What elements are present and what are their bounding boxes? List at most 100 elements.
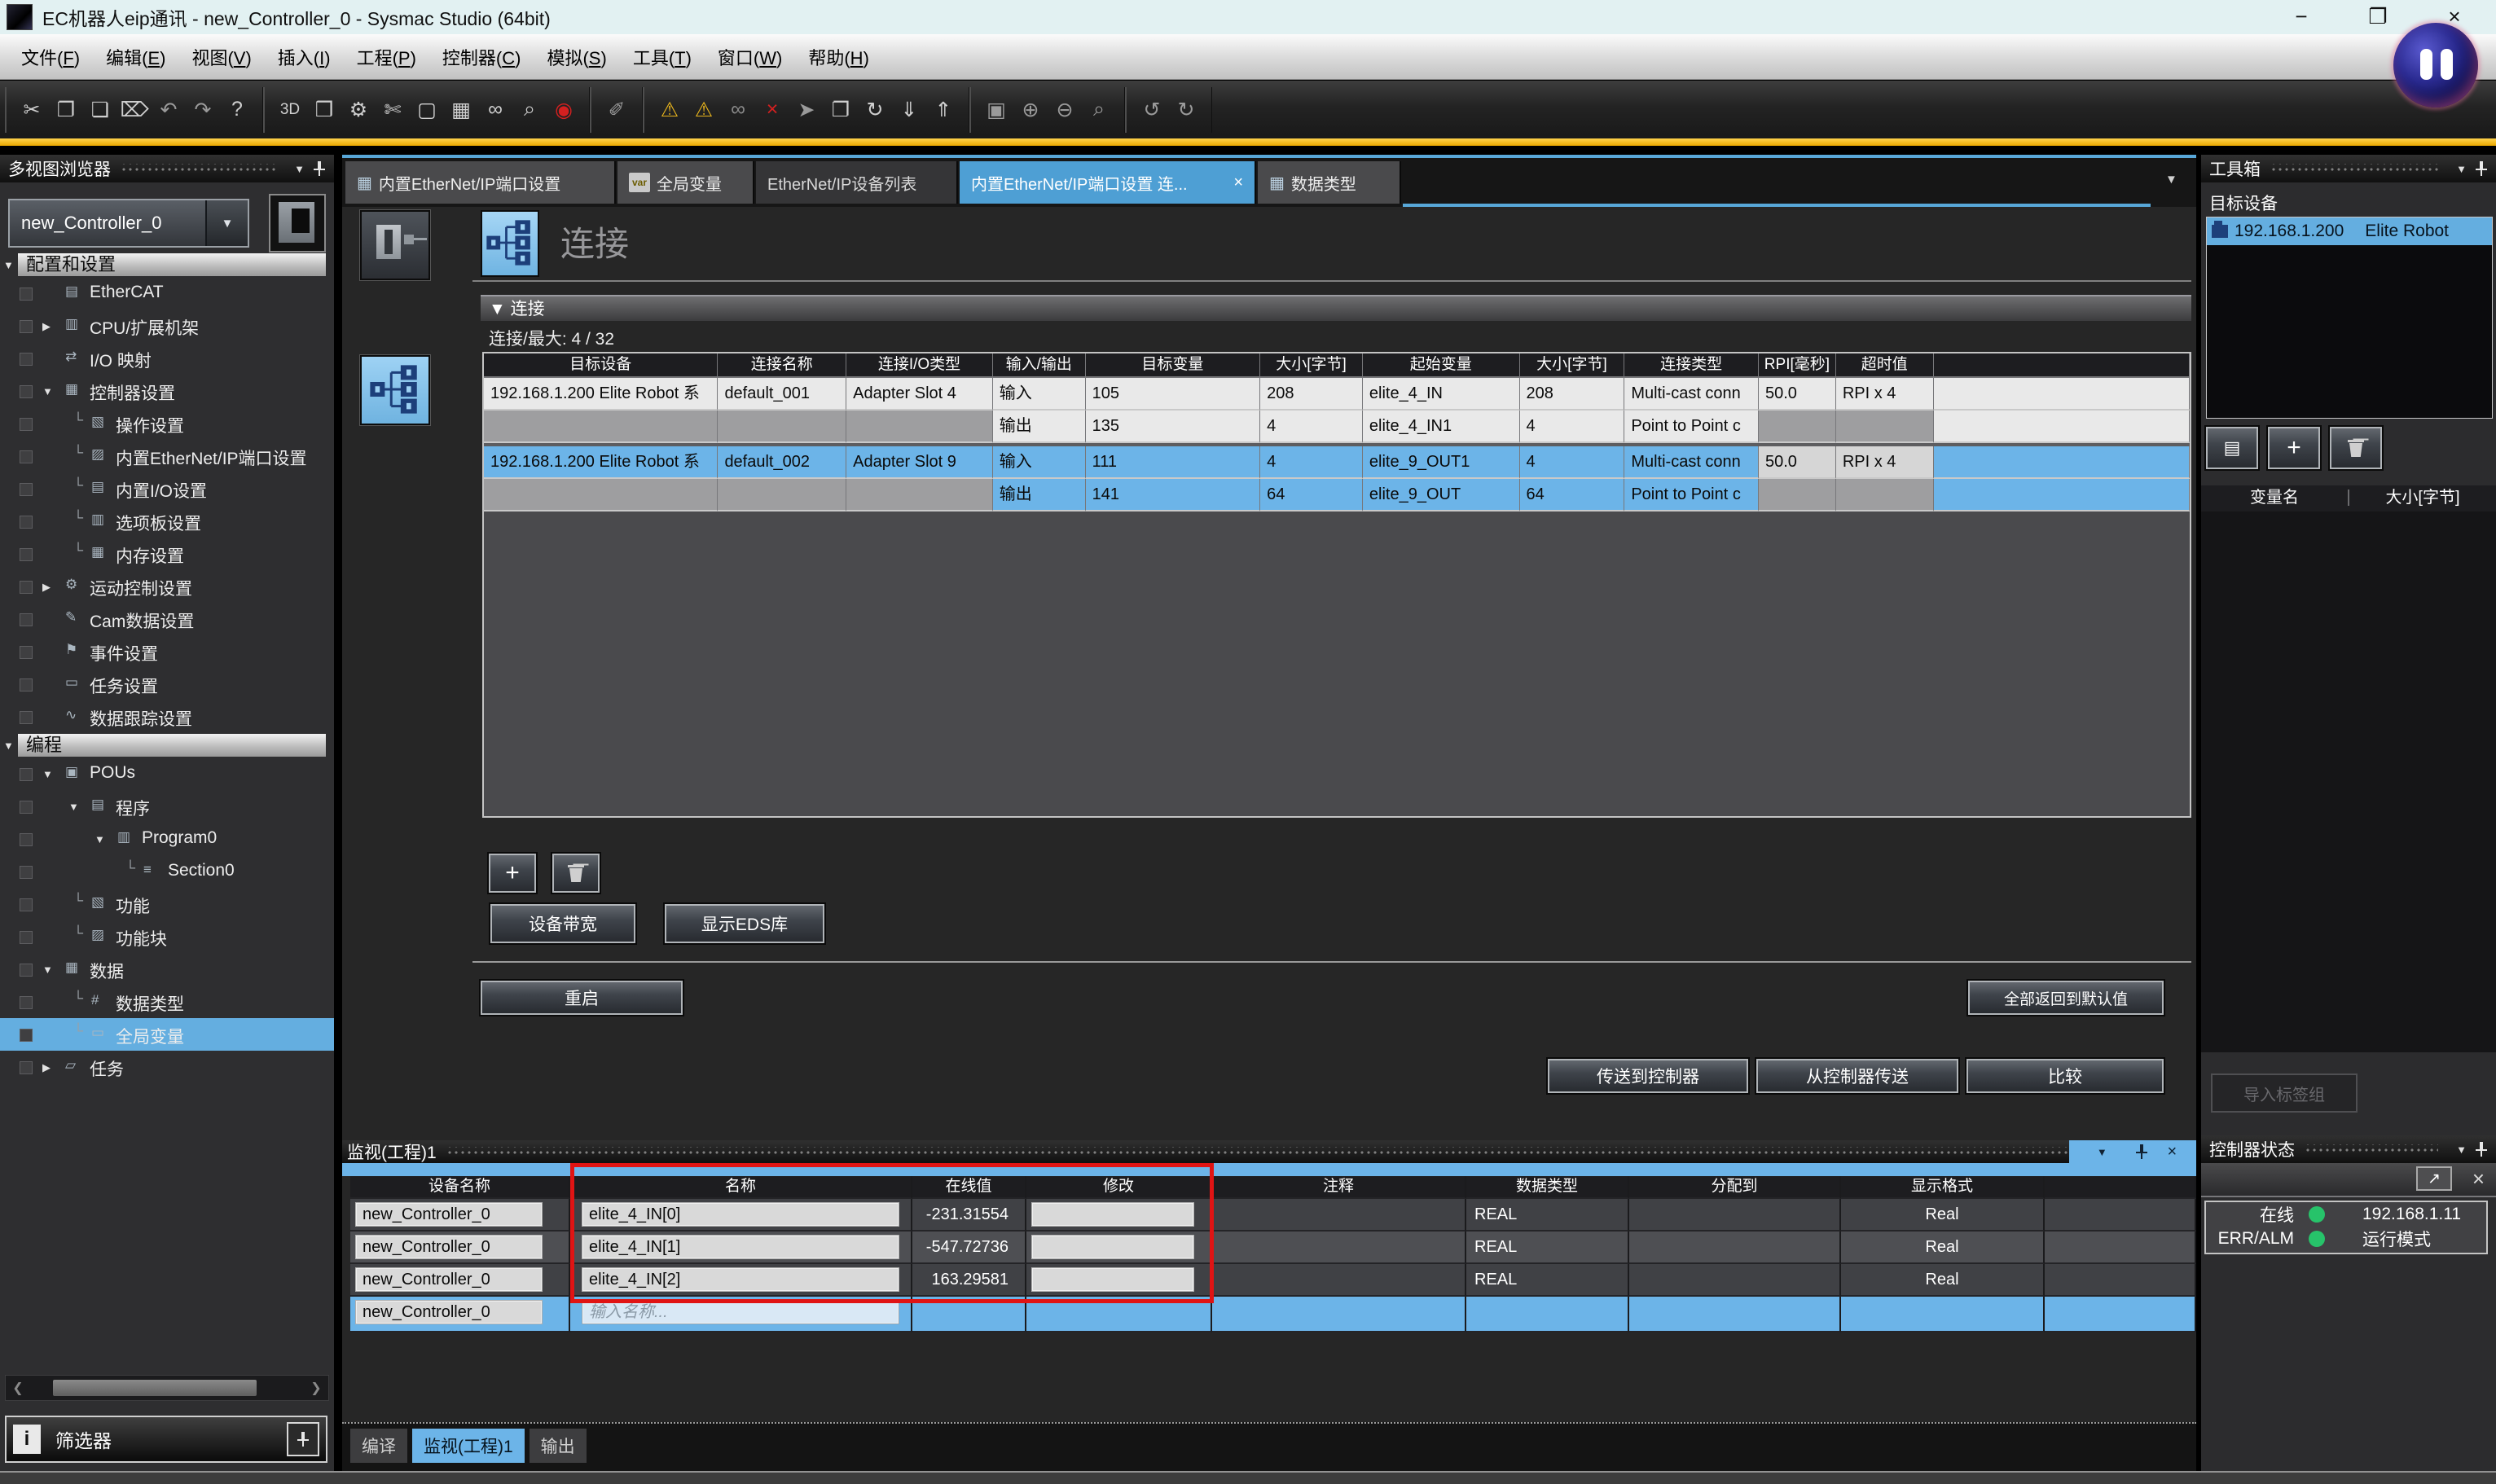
tab-EtherNet/IP设备列表[interactable]: EtherNet/IP设备列表	[756, 161, 958, 204]
download-controller-icon[interactable]: ⇓	[892, 92, 926, 128]
watch-cell[interactable]: Real	[1841, 1264, 2045, 1297]
watch-cell[interactable]	[912, 1297, 1026, 1333]
watch-cell[interactable]	[1212, 1199, 1466, 1232]
restore-defaults-button[interactable]: 全部返回到默认值	[1968, 981, 2164, 1015]
connection-cell[interactable]	[1759, 411, 1836, 443]
connection-row-sub[interactable]: 输出14164elite_9_OUT64Point to Point c	[484, 479, 2190, 511]
connection-cell[interactable]: 输入	[993, 446, 1086, 479]
watch-input[interactable]	[1031, 1235, 1194, 1259]
connection-cell[interactable]: 192.168.1.200 Elite Robot 系	[484, 378, 718, 411]
watch-input[interactable]: elite_4_IN[0]	[582, 1202, 899, 1227]
tree-expander-icon[interactable]: ▼	[94, 833, 105, 845]
transfer-from-controller-button[interactable]: 从控制器传送	[1756, 1059, 1958, 1093]
connection-cell[interactable]	[1934, 411, 2190, 443]
controller-selector-dropdown-icon[interactable]: ▼	[205, 200, 248, 246]
copy-icon[interactable]: ❐	[49, 92, 83, 128]
sidebar-item-Program0[interactable]: ▼▥Program0	[0, 823, 334, 855]
connection-cell[interactable]: RPI x 4	[1836, 378, 1934, 411]
connection-cell[interactable]: default_001	[718, 378, 846, 411]
redo-icon[interactable]: ↷	[186, 92, 220, 128]
menu-E[interactable]: 编辑(E)	[93, 39, 178, 75]
tab-全局变量[interactable]: var全局变量	[617, 161, 754, 204]
connection-cell[interactable]	[1934, 446, 2190, 479]
scroll-right-icon[interactable]: ❯	[304, 1380, 328, 1396]
restart-button[interactable]: 重启	[481, 981, 683, 1015]
add-device-button[interactable]: +	[2268, 427, 2320, 469]
connection-cell[interactable]	[1759, 479, 1836, 511]
connection-cell[interactable]: Adapter Slot 4	[846, 378, 993, 411]
sidebar-item-内存设置[interactable]: └▦内存设置	[0, 538, 334, 570]
menu-V[interactable]: 视图(V)	[178, 39, 264, 75]
compare-button[interactable]: 比较	[1966, 1059, 2164, 1093]
connection-cell[interactable]	[1934, 378, 2190, 411]
watch-cell[interactable]: elite_4_IN[1]	[570, 1232, 912, 1264]
toolbox-titlebar[interactable]: 工具箱 ▼	[2201, 155, 2496, 182]
sidebar-item-数据类型[interactable]: └#数据类型	[0, 986, 334, 1018]
watch-cell[interactable]: new_Controller_0	[350, 1264, 570, 1297]
watch-input[interactable]	[1031, 1267, 1194, 1292]
watch-cell[interactable]	[1841, 1297, 2045, 1333]
watch-cell[interactable]: REAL	[1466, 1264, 1629, 1297]
connection-cell[interactable]: 208	[1260, 378, 1363, 411]
rebuild-icon[interactable]: ⚠	[687, 92, 721, 128]
connection-row[interactable]: 192.168.1.200 Elite Robot 系default_001Ad…	[484, 378, 2190, 411]
watch-cell[interactable]	[1026, 1232, 1212, 1264]
variable-list-body[interactable]	[2201, 511, 2496, 1052]
zoom-fit-icon[interactable]: ▣	[979, 92, 1013, 128]
tab-内置EtherNet/IP端口设置[interactable]: ▦内置EtherNet/IP端口设置	[345, 161, 616, 204]
tab-数据类型[interactable]: ▦数据类型	[1258, 161, 1401, 204]
connection-cell[interactable]: 4	[1260, 411, 1363, 443]
connection-cell[interactable]: 141	[1086, 479, 1261, 511]
watch-cell[interactable]	[1026, 1199, 1212, 1232]
connection-cell[interactable]	[1836, 411, 1934, 443]
tree-section-配置和设置[interactable]: ▼配置和设置	[0, 252, 329, 277]
sidebar-item-Cam数据设置[interactable]: ✎Cam数据设置	[0, 603, 334, 635]
tab-list-dropdown-icon[interactable]: ▼	[2165, 173, 2177, 187]
compare-icon[interactable]: ❐	[824, 92, 858, 128]
connection-cell[interactable]: 64	[1520, 479, 1625, 511]
watch-cell[interactable]	[1212, 1264, 1466, 1297]
connection-cell[interactable]	[718, 411, 846, 443]
watch-input[interactable]: new_Controller_0	[355, 1267, 543, 1292]
tree-expander-icon[interactable]: ▶	[42, 1061, 51, 1074]
minimize-button[interactable]: −	[2273, 0, 2330, 33]
register-device-button[interactable]: ▤	[2206, 427, 2258, 469]
sidebar-item-数据[interactable]: ▼▦数据	[0, 953, 334, 986]
restore-button[interactable]: ❐	[2349, 0, 2406, 33]
delete-device-button[interactable]	[2330, 427, 2382, 469]
watch-cell[interactable]	[1629, 1297, 1841, 1333]
watch-input[interactable]	[1031, 1202, 1194, 1227]
delete-icon[interactable]: ⌦	[117, 92, 152, 128]
connection-cell[interactable]: elite_9_OUT	[1363, 479, 1520, 511]
watch-cell[interactable]: REAL	[1466, 1232, 1629, 1264]
tools-icon[interactable]: ⚙	[341, 92, 376, 128]
watch-cell[interactable]	[1212, 1232, 1466, 1264]
help-icon[interactable]: ?	[220, 92, 254, 128]
watch-cell[interactable]: new_Controller_0	[350, 1232, 570, 1264]
zoom-out-icon[interactable]: ⊖	[1048, 92, 1082, 128]
sidebar-item-内置I/O设置[interactable]: └▤内置I/O设置	[0, 472, 334, 505]
connection-cell[interactable]: Point to Point c	[1624, 411, 1759, 443]
tree-expander-icon[interactable]: ▼	[42, 768, 53, 780]
tree-expander-icon[interactable]: ▼	[42, 964, 53, 976]
watch-cell[interactable]	[2045, 1264, 2196, 1297]
watch-cell[interactable]	[2045, 1232, 2196, 1264]
pin-icon[interactable]	[313, 160, 326, 177]
delete-connection-button[interactable]	[552, 854, 600, 893]
sidebar-item-操作设置[interactable]: └▧操作设置	[0, 407, 334, 440]
connection-cell[interactable]: Multi-cast conn	[1624, 446, 1759, 479]
pointer-edit-icon[interactable]: ✐	[600, 92, 634, 128]
io-map-icon[interactable]: ∞	[478, 92, 512, 128]
watch-cell[interactable]: 输入名称...	[570, 1297, 912, 1333]
watch-input[interactable]: elite_4_IN[1]	[582, 1235, 899, 1259]
program-check-icon[interactable]: ∞	[721, 92, 755, 128]
filter-pin-icon[interactable]	[287, 1422, 319, 1456]
connection-cell[interactable]: elite_4_IN	[1363, 378, 1520, 411]
connection-cell[interactable]	[484, 411, 718, 443]
watch-cell[interactable]	[1026, 1297, 1212, 1333]
bottom-tab-编译[interactable]: 编译	[350, 1429, 407, 1463]
section-collapse-icon[interactable]: ▼	[3, 259, 14, 271]
watch-input[interactable]: new_Controller_0	[355, 1202, 543, 1227]
close-icon[interactable]: ×	[2472, 1166, 2485, 1192]
sidebar-item-POUs[interactable]: ▼▣POUs	[0, 757, 334, 790]
